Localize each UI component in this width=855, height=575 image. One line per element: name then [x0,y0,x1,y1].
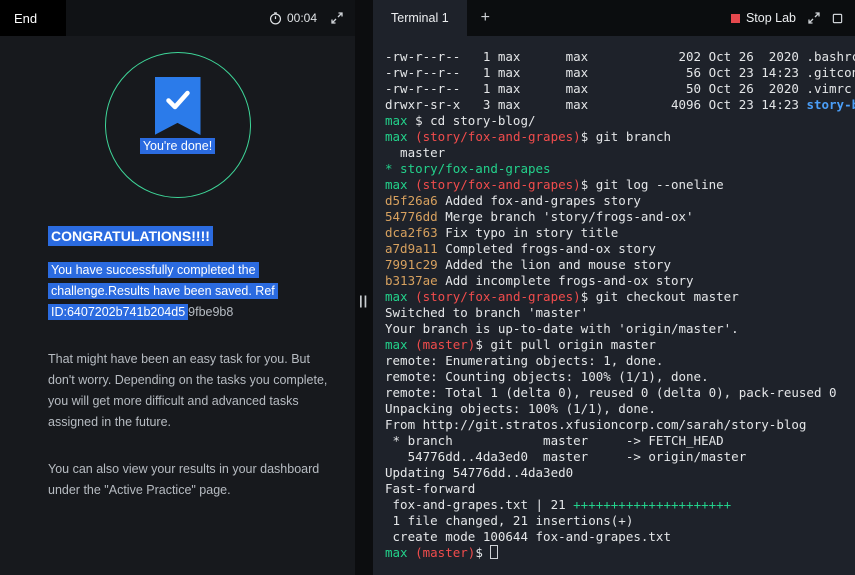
result-paragraph: You have successfully completed the chal… [48,260,328,323]
clock-icon [269,12,282,25]
terminal-line: Unpacking objects: 100% (1/1), done. [385,401,855,417]
stop-lab-label: Stop Lab [746,11,796,25]
terminal-line: Switched to branch 'master' [385,305,855,321]
expand-icon[interactable] [808,12,820,24]
done-badge: You're done! [140,139,215,153]
terminal-line: -rw-r--r-- 1 max max 50 Oct 26 2020 .vim… [385,81,855,97]
info-paragraph-2: You can also view your results in your d… [48,459,328,501]
terminal-line: * story/fox-and-grapes [385,161,855,177]
terminal-line: max (story/fox-and-grapes)$ git log --on… [385,177,855,193]
terminal-line: -rw-r--r-- 1 max max 202 Oct 26 2020 .ba… [385,49,855,65]
terminal-line: 1 file changed, 21 insertions(+) [385,513,855,529]
info-paragraph-1: That might have been an easy task for yo… [48,349,328,433]
instructions-topbar: End 00:04 [0,0,355,36]
terminal-line: fox-and-grapes.txt | 21 ++++++++++++++++… [385,497,855,513]
done-circle: You're done! [105,52,251,198]
terminal-line: 7991c29 Added the lion and mouse story [385,257,855,273]
terminal-line: 54776dd..4da3ed0 master -> origin/master [385,449,855,465]
terminal-line: create mode 100644 fox-and-grapes.txt [385,529,855,545]
terminal-output[interactable]: -rw-r--r-- 1 max max 202 Oct 26 2020 .ba… [373,36,855,575]
terminal-line: Your branch is up-to-date with 'origin/m… [385,321,855,337]
terminal-line: master [385,145,855,161]
terminal-line: 54776dd Merge branch 'story/frogs-and-ox… [385,209,855,225]
window-icon[interactable] [832,13,843,24]
panel-divider: || [355,0,373,575]
terminal-line: -rw-r--r-- 1 max max 56 Oct 23 14:23 .gi… [385,65,855,81]
terminal-line: b3137ae Add incomplete frogs-and-ox stor… [385,273,855,289]
bookmark-icon [155,77,201,135]
terminal-line: drwxr-sr-x 3 max max 4096 Oct 23 14:23 s… [385,97,855,113]
terminal-topbar: Terminal 1 + Stop Lab [373,0,855,36]
end-button[interactable]: End [0,0,66,36]
terminal-line: dca2f63 Fix typo in story title [385,225,855,241]
terminal-line: a7d9a11 Completed frogs-and-ox story [385,241,855,257]
terminal-topbar-right: Stop Lab [731,11,855,25]
congrats-heading: CONGRATULATIONS!!!! [48,228,327,244]
terminal-line: From http://git.stratos.xfusioncorp.com/… [385,417,855,433]
instructions-panel: End 00:04 You're done! [0,0,355,575]
terminal-line: max (story/fox-and-grapes)$ git branch [385,129,855,145]
terminal-line: max (master)$ git pull origin master [385,337,855,353]
terminal-line: remote: Enumerating objects: 1, done. [385,353,855,369]
expand-icon[interactable] [331,12,343,24]
result-ref-tail: 9fbe9b8 [188,305,233,319]
terminal-line: max (master)$ [385,545,855,561]
terminal-panel: Terminal 1 + Stop Lab -rw-r--r-- 1 max m… [373,0,855,575]
new-terminal-button[interactable]: + [481,9,490,27]
terminal-line: Fast-forward [385,481,855,497]
terminal-line: remote: Counting objects: 100% (1/1), do… [385,369,855,385]
terminal-line: max $ cd story-blog/ [385,113,855,129]
terminal-line: Updating 54776dd..4da3ed0 [385,465,855,481]
lab-window: End 00:04 You're done! [0,0,855,575]
stop-square-icon [731,14,740,23]
timer-value: 00:04 [287,11,317,25]
stop-lab-button[interactable]: Stop Lab [731,11,796,25]
terminal-cursor [490,545,498,559]
terminal-line: * branch master -> FETCH_HEAD [385,433,855,449]
terminal-line: remote: Total 1 (delta 0), reused 0 (del… [385,385,855,401]
terminal-line: d5f26a6 Added fox-and-grapes story [385,193,855,209]
timer: 00:04 [269,11,317,25]
resize-handle-icon[interactable]: || [359,293,368,308]
checkmark-icon [164,88,192,112]
tab-terminal-1[interactable]: Terminal 1 [373,0,467,36]
topbar-right: 00:04 [269,11,355,25]
result-highlighted-text: You have successfully completed the chal… [48,262,278,320]
terminal-line: max (story/fox-and-grapes)$ git checkout… [385,289,855,305]
